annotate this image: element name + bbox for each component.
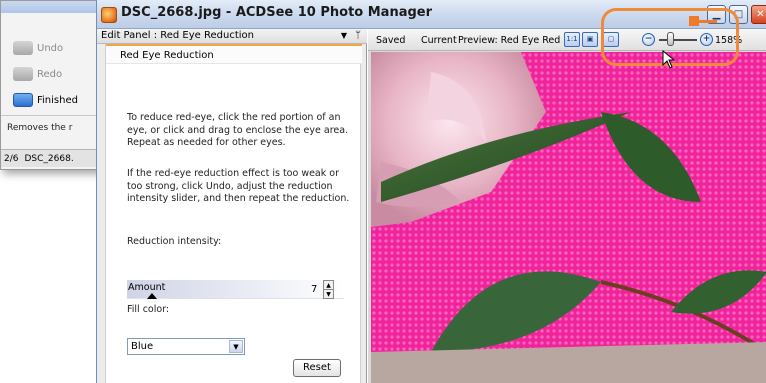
tab-current[interactable]: Current (421, 35, 457, 46)
finished-icon (13, 93, 33, 107)
slider-value: 7 (311, 284, 318, 295)
redo-icon (13, 67, 33, 81)
status-count: 2/6 (4, 153, 19, 164)
divider (1, 115, 111, 116)
undo-icon (13, 41, 33, 55)
mouse-cursor-icon (662, 50, 676, 69)
actual-size-icon[interactable]: 1:1 (564, 32, 580, 47)
fill-color-label: Fill color: (127, 304, 170, 315)
background-window: Undo Redo Finished Removes the r 2/6 DSC… (0, 0, 111, 170)
edit-panel-title: Edit Panel : Red Eye Reduction (101, 30, 254, 41)
intensity-label: Reduction intensity: (127, 236, 222, 247)
section-title: Red Eye Reduction (106, 44, 362, 64)
fit-image-icon[interactable]: ▣ (582, 32, 598, 47)
chevron-down-icon[interactable]: ▼ (229, 340, 243, 353)
spin-down-icon[interactable]: ▼ (324, 290, 333, 299)
tab-saved[interactable]: Saved (376, 35, 405, 46)
edit-panel-header: Edit Panel : Red Eye Reduction ▼ ᛘ (97, 29, 367, 44)
amount-slider[interactable]: Amount 7 ▲ ▼ (127, 280, 344, 299)
status-file: DSC_2668. (24, 153, 74, 164)
finished-command[interactable]: Finished (1, 89, 111, 111)
command-description: Removes the r (7, 123, 73, 133)
panel-dropdown-icon[interactable]: ▼ (341, 29, 347, 43)
callout-marker (689, 16, 699, 26)
image-viewer: Saved Current Preview: Red Eye Red 1:1 ▣… (368, 29, 766, 383)
photo-image (371, 52, 766, 383)
slider-name: Amount (128, 282, 166, 293)
background-window-titlebar (1, 1, 109, 13)
acdsee-app-icon (101, 7, 117, 23)
edit-panel: Edit Panel : Red Eye Reduction ▼ ᛘ Red E… (97, 29, 367, 383)
background-status-bar: 2/6 DSC_2668. (1, 149, 111, 167)
spin-up-icon[interactable]: ▲ (324, 281, 333, 290)
redo-label: Redo (37, 68, 63, 80)
fill-color-select[interactable]: Blue ▼ (127, 338, 245, 355)
pin-icon[interactable]: ᛘ (355, 29, 361, 43)
fill-color-value: Blue (131, 341, 154, 352)
undo-command[interactable]: Undo (1, 37, 111, 59)
close-button[interactable]: ✕ (751, 5, 766, 24)
finished-label: Finished (37, 94, 78, 106)
reset-button[interactable]: Reset (293, 359, 341, 377)
callout-line (699, 20, 717, 23)
amount-spinner[interactable]: ▲ ▼ (323, 280, 334, 299)
instructions-paragraph: To reduce red-eye, click the red portion… (127, 112, 349, 148)
tab-preview[interactable]: Preview: Red Eye Red (458, 35, 560, 46)
preview-photo[interactable] (371, 52, 766, 383)
window-title: DSC_2668.jpg - ACDSee 10 Photo Manager (121, 5, 433, 20)
slider-thumb[interactable] (147, 293, 157, 299)
redo-command[interactable]: Redo (1, 63, 111, 85)
instructions-paragraph: If the red-eye reduction effect is too w… (127, 168, 350, 204)
edit-panel-body: Red Eye Reduction To reduce red-eye, cli… (105, 44, 362, 383)
undo-label: Undo (37, 42, 64, 54)
